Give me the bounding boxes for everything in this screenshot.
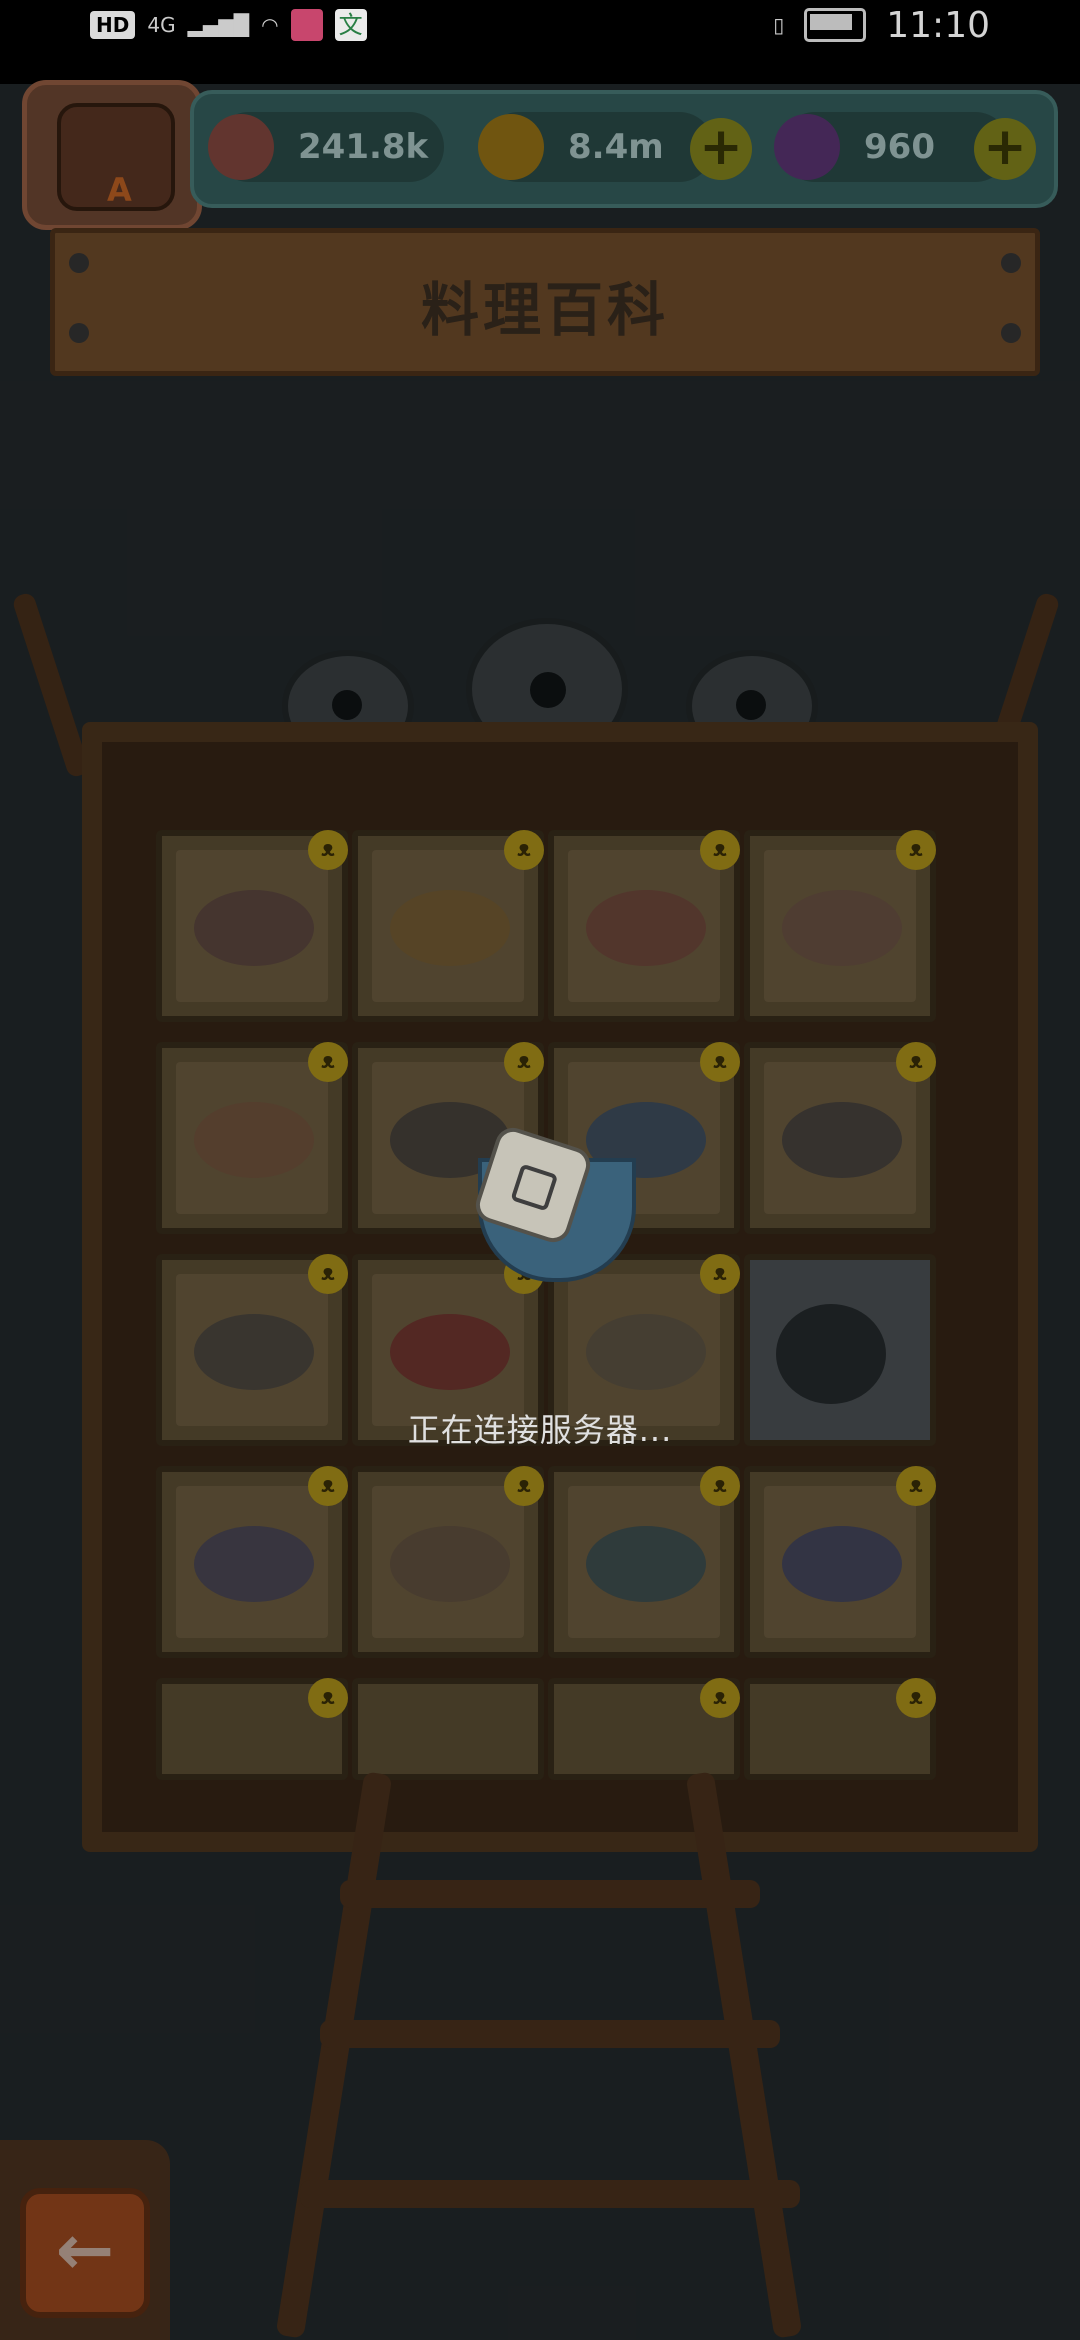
dim-overlay <box>0 0 1080 2340</box>
